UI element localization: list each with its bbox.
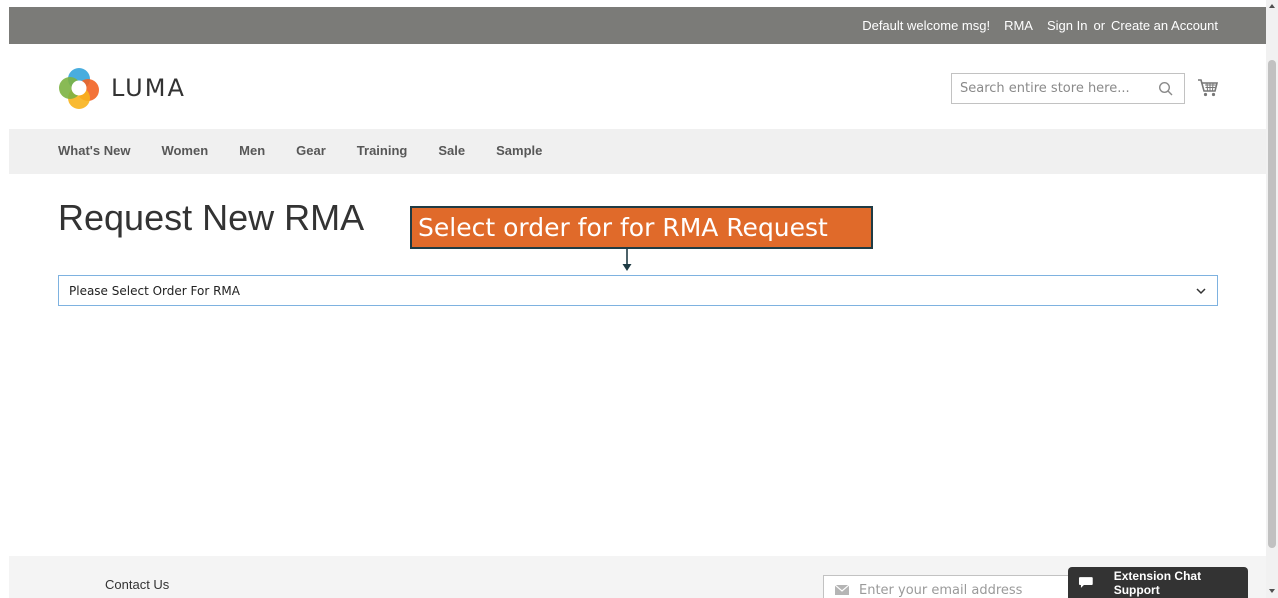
- nav-item-training[interactable]: Training: [357, 143, 408, 158]
- luma-logo-icon: [59, 68, 99, 109]
- envelope-icon: [835, 585, 849, 595]
- or-text: or: [1093, 18, 1106, 33]
- newsletter-placeholder: Enter your email address: [859, 582, 1023, 598]
- chat-support-label: Extension Chat Support: [1113, 568, 1202, 597]
- welcome-message: Default welcome msg!: [862, 18, 991, 33]
- scroll-down-arrow-icon[interactable]: [1269, 589, 1275, 593]
- logo[interactable]: LUMA: [57, 66, 186, 110]
- top-bar: Default welcome msg! RMA Sign In or Crea…: [9, 7, 1266, 44]
- arrow-down-icon: [622, 249, 632, 271]
- order-select[interactable]: Please Select Order For RMA: [58, 275, 1218, 306]
- search-icon[interactable]: [1158, 81, 1174, 97]
- chevron-down-icon: [1196, 288, 1206, 295]
- page: Default welcome msg! RMA Sign In or Crea…: [9, 7, 1266, 598]
- nav-item-gear[interactable]: Gear: [296, 143, 326, 158]
- create-account-link[interactable]: Create an Account: [1111, 18, 1218, 33]
- order-select-value: Please Select Order For RMA: [69, 283, 240, 298]
- search-input[interactable]: [952, 74, 1158, 103]
- nav-item-whats-new[interactable]: What's New: [58, 143, 130, 158]
- nav-item-sample[interactable]: Sample: [496, 143, 542, 158]
- sign-in-link[interactable]: Sign In: [1047, 18, 1087, 33]
- scrollbar-thumb[interactable]: [1268, 60, 1276, 548]
- page-title: Request New RMA: [58, 197, 365, 238]
- rma-link[interactable]: RMA: [1004, 18, 1033, 33]
- chat-bubble-icon: [1078, 576, 1093, 588]
- newsletter-field[interactable]: Enter your email address: [823, 575, 1083, 598]
- page-scrollbar[interactable]: [1266, 0, 1278, 598]
- site-header: LUMA: [9, 44, 1266, 129]
- nav-item-sale[interactable]: Sale: [438, 143, 465, 158]
- nav-item-men[interactable]: Men: [239, 143, 265, 158]
- contact-us-link[interactable]: Contact Us: [105, 577, 169, 592]
- nav-item-women[interactable]: Women: [161, 143, 208, 158]
- search-box: [951, 73, 1185, 104]
- header-links: Default welcome msg! RMA Sign In or Crea…: [862, 18, 1218, 33]
- chat-support-button[interactable]: Extension Chat Support: [1068, 567, 1248, 598]
- scroll-up-arrow-icon[interactable]: [1269, 4, 1275, 8]
- main-navigation: What's New Women Men Gear Training Sale …: [9, 129, 1266, 174]
- annotation-callout: Select order for for RMA Request: [410, 206, 873, 249]
- shopping-cart-icon[interactable]: [1197, 76, 1219, 98]
- logo-text: LUMA: [111, 74, 186, 102]
